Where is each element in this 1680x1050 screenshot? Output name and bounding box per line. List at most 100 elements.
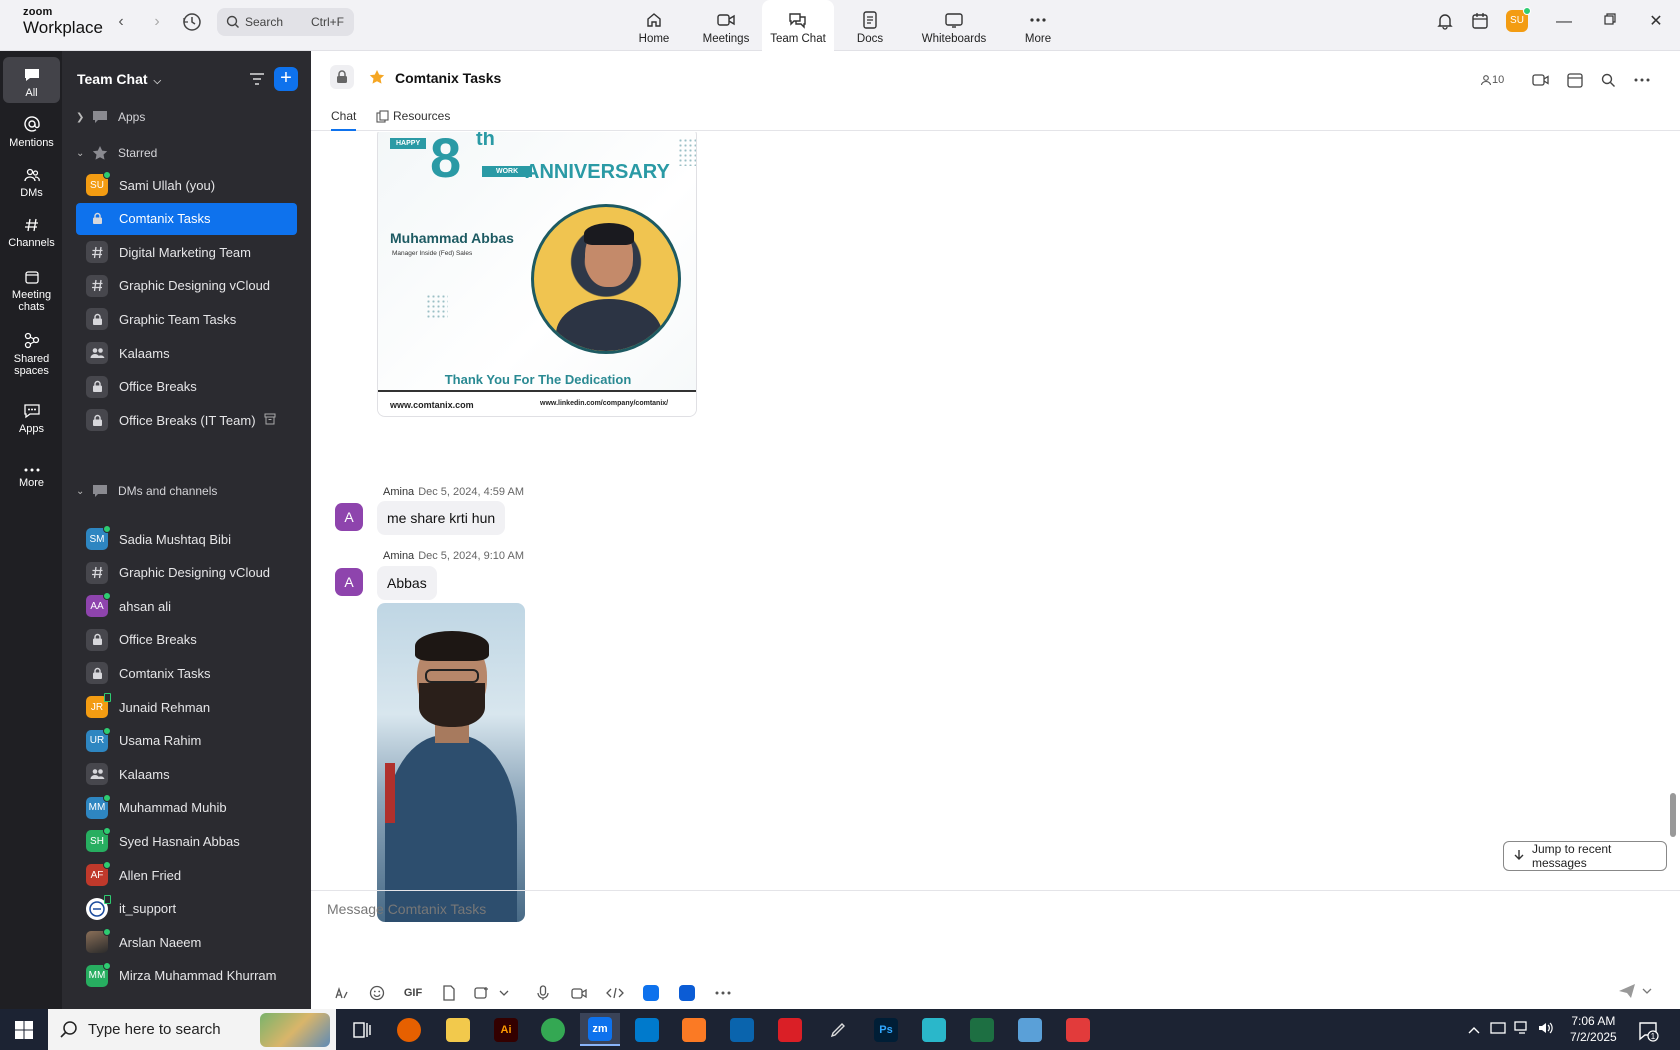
- taskbar-excel-icon[interactable]: [962, 1013, 1002, 1046]
- topnav-home[interactable]: Home: [618, 0, 690, 51]
- sidebar-item[interactable]: Graphic Team Tasks: [76, 303, 297, 335]
- sidebar-item[interactable]: Graphic Designing vCloud: [76, 270, 297, 302]
- sender-avatar[interactable]: A: [335, 568, 363, 596]
- taskbar-creative-cloud-icon[interactable]: [770, 1013, 810, 1046]
- taskbar-zoom-icon[interactable]: zm: [580, 1013, 620, 1046]
- star-icon[interactable]: [369, 69, 385, 88]
- sidebar-item[interactable]: Comtanix Tasks: [76, 202, 297, 235]
- sidebar-item[interactable]: MM Muhammad Muhib: [76, 792, 297, 824]
- topnav-team-chat[interactable]: Team Chat: [762, 0, 834, 51]
- microphone-icon[interactable]: [525, 983, 561, 1003]
- taskbar-file-explorer-icon[interactable]: [438, 1013, 478, 1046]
- taskbar-xampp-icon[interactable]: [674, 1013, 714, 1046]
- more-dots-icon[interactable]: [705, 983, 741, 1003]
- jump-to-recent-button[interactable]: Jump to recent messages: [1503, 841, 1667, 871]
- anniversary-card-image[interactable]: HAPPY 8 th WORK ANNIVERSARY Muhammad Abb…: [377, 132, 697, 417]
- forward-arrow-icon[interactable]: ›: [146, 11, 168, 33]
- send-button[interactable]: [1618, 983, 1652, 999]
- sidebar-item[interactable]: MM Mirza Muhammad Khurram: [76, 960, 297, 992]
- topnav-meetings[interactable]: Meetings: [690, 0, 762, 51]
- sidebar-item[interactable]: Arslan Naeem: [76, 926, 297, 958]
- filter-icon[interactable]: [248, 70, 266, 88]
- rail-meeting-chats[interactable]: Meeting chats: [3, 263, 60, 321]
- sender-name[interactable]: Amina: [383, 486, 414, 498]
- sidebar-item[interactable]: Comtanix Tasks: [76, 657, 297, 689]
- sidebar-item[interactable]: Kalaams: [76, 337, 297, 369]
- taskbar-app-diamond-icon[interactable]: [914, 1013, 954, 1046]
- sidebar-item[interactable]: Office Breaks: [76, 624, 297, 656]
- rail-all[interactable]: All: [3, 57, 60, 103]
- tab-resources[interactable]: Resources: [376, 109, 450, 123]
- taskbar-pen-tool-icon[interactable]: [818, 1013, 858, 1046]
- rail-apps[interactable]: Apps: [3, 397, 60, 443]
- sidebar-item[interactable]: SU Sami Ullah (you): [76, 169, 297, 201]
- sender-avatar[interactable]: A: [335, 503, 363, 531]
- clock[interactable]: 7:06 AM 7/2/2025: [1570, 1013, 1617, 1045]
- message-bubble[interactable]: me share krti hun: [377, 501, 506, 535]
- notification-center-icon[interactable]: 1: [1637, 1020, 1659, 1042]
- back-arrow-icon[interactable]: ‹: [110, 11, 132, 33]
- topnav-whiteboards[interactable]: Whiteboards: [906, 0, 1002, 51]
- sidebar-item[interactable]: Graphic Designing vCloud: [76, 557, 297, 589]
- sidebar-item[interactable]: UR Usama Rahim: [76, 725, 297, 757]
- message-bubble[interactable]: Abbas: [377, 566, 437, 600]
- chevron-down-icon[interactable]: [1642, 988, 1652, 994]
- taskbar-search[interactable]: Type here to search: [48, 1009, 336, 1050]
- section-apps[interactable]: ❯ Apps: [76, 109, 145, 125]
- taskbar-snipping-icon[interactable]: [1058, 1013, 1098, 1046]
- sidebar-item[interactable]: it_support: [76, 893, 297, 925]
- tray-app-icon[interactable]: [1490, 1021, 1506, 1038]
- close-icon[interactable]: ✕: [1646, 12, 1666, 32]
- tab-chat[interactable]: Chat: [331, 109, 357, 131]
- sender-name[interactable]: Amina: [383, 550, 414, 562]
- more-dots-icon[interactable]: [1634, 71, 1650, 89]
- rail-dms[interactable]: DMs: [3, 161, 60, 207]
- calendar-icon[interactable]: [1567, 71, 1583, 89]
- notifications-bell-icon[interactable]: [1436, 12, 1456, 32]
- scrollbar-thumb[interactable]: [1670, 793, 1676, 837]
- app-blue-icon[interactable]: [633, 983, 669, 1003]
- sidebar-title[interactable]: Team Chat ⌵: [77, 71, 161, 87]
- taskbar-illustrator-icon[interactable]: Ai: [486, 1013, 526, 1046]
- global-search[interactable]: Search Ctrl+F: [217, 8, 354, 36]
- video-camera-icon[interactable]: [1532, 71, 1550, 89]
- taskbar-task-view-icon[interactable]: [342, 1013, 382, 1046]
- members-button[interactable]: 10: [1480, 71, 1504, 89]
- volume-icon[interactable]: [1538, 1021, 1554, 1038]
- topnav-more[interactable]: More: [1002, 0, 1074, 51]
- screenshot-icon[interactable]: [467, 983, 495, 1003]
- rail-shared-spaces[interactable]: Shared spaces: [3, 327, 60, 385]
- windows-start-icon[interactable]: [14, 1020, 34, 1040]
- user-avatar[interactable]: SU: [1506, 7, 1531, 32]
- rail-more[interactable]: More: [3, 451, 60, 497]
- taskbar-photoshop-icon[interactable]: Ps: [866, 1013, 906, 1046]
- channel-name[interactable]: Comtanix Tasks: [395, 70, 501, 86]
- chevron-down-icon[interactable]: [495, 983, 513, 1003]
- sidebar-item[interactable]: JR Junaid Rehman: [76, 691, 297, 723]
- shared-photo[interactable]: [377, 603, 525, 922]
- message-composer[interactable]: Message Comtanix Tasks GIF: [311, 890, 1680, 1009]
- sidebar-item[interactable]: Office Breaks (IT Team): [76, 404, 297, 436]
- section-dms-channels[interactable]: ⌄ DMs and channels: [76, 483, 217, 499]
- sidebar-item[interactable]: Office Breaks: [76, 371, 297, 403]
- chevron-up-icon[interactable]: [1468, 1022, 1480, 1037]
- sidebar-item[interactable]: SH Syed Hasnain Abbas: [76, 825, 297, 857]
- video-message-icon[interactable]: [561, 983, 597, 1003]
- sidebar-item[interactable]: Digital Marketing Team: [76, 236, 297, 268]
- code-snippet-icon[interactable]: [597, 983, 633, 1003]
- gif-button[interactable]: GIF: [395, 983, 431, 1003]
- sidebar-item[interactable]: AA ahsan ali: [76, 590, 297, 622]
- rail-channels[interactable]: Channels: [3, 211, 60, 257]
- rail-mentions[interactable]: Mentions: [3, 111, 60, 157]
- app-chat-icon[interactable]: [669, 983, 705, 1003]
- section-starred[interactable]: ⌄ Starred: [76, 145, 157, 161]
- sidebar-item[interactable]: Kalaams: [76, 758, 297, 790]
- new-chat-button[interactable]: +: [274, 67, 298, 91]
- minimize-icon[interactable]: —: [1554, 12, 1574, 32]
- taskbar-firefox-icon[interactable]: [389, 1013, 429, 1046]
- taskbar-outlook-icon[interactable]: [722, 1013, 762, 1046]
- restore-icon[interactable]: [1600, 12, 1620, 32]
- taskbar-vscode-icon[interactable]: [627, 1013, 667, 1046]
- file-icon[interactable]: [431, 983, 467, 1003]
- search-icon[interactable]: [1601, 71, 1616, 89]
